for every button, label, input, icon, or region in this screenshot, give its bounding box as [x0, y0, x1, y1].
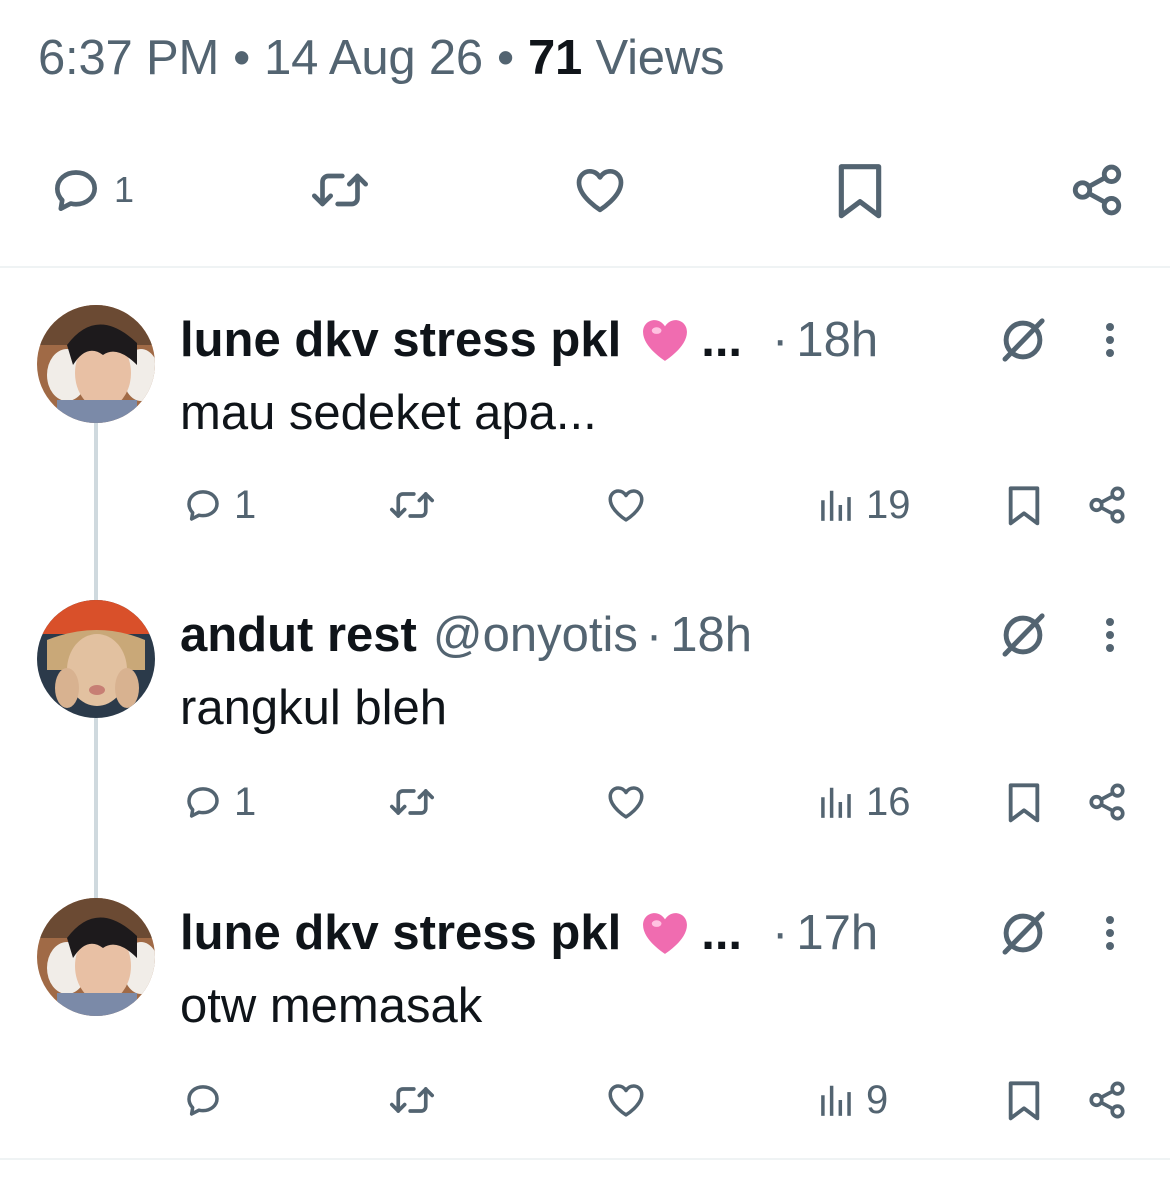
- share-icon: [1089, 1081, 1125, 1119]
- bookmark-button[interactable]: [1004, 1070, 1044, 1130]
- more-options-icon[interactable]: [1090, 908, 1130, 958]
- bookmark-icon: [1008, 1081, 1040, 1121]
- reply-header: lune dkv stress pkl ... · 18h: [180, 305, 878, 375]
- views-count: 19: [866, 482, 911, 527]
- reply-time[interactable]: 17h: [796, 905, 878, 961]
- analytics-icon: [821, 490, 851, 521]
- meta-separator: •: [233, 31, 251, 85]
- share-icon: [1089, 783, 1125, 821]
- reply-icon: [55, 170, 97, 212]
- truncation-ellipsis: ...: [701, 313, 743, 367]
- header-separator: ·: [772, 906, 789, 960]
- display-name[interactable]: lune dkv stress pkl: [180, 312, 621, 368]
- reply-button[interactable]: 1: [182, 475, 256, 535]
- views-count: 16: [866, 779, 911, 824]
- views-button[interactable]: 19: [818, 475, 911, 535]
- grok-icon[interactable]: [996, 313, 1050, 367]
- retweet-icon: [312, 173, 368, 207]
- heart-icon: [576, 169, 624, 213]
- avatar[interactable]: [37, 600, 155, 718]
- header-separator: ·: [645, 608, 663, 662]
- retweet-icon: [390, 1087, 434, 1113]
- reply-text: rangkul bleh: [180, 681, 447, 735]
- analytics-icon: [821, 787, 851, 818]
- tweet-time[interactable]: 6:37 PM: [38, 31, 219, 85]
- bookmark-icon: [838, 164, 882, 219]
- like-button[interactable]: [604, 1070, 648, 1130]
- reply-action-bar: 1 19: [0, 475, 1170, 535]
- bookmark-button[interactable]: [1004, 475, 1044, 535]
- analytics-icon: [821, 1085, 851, 1116]
- reply-icon: [187, 1085, 219, 1116]
- share-icon: [1089, 486, 1125, 524]
- reply-header: lune dkv stress pkl ... · 17h: [180, 898, 878, 968]
- grok-icon[interactable]: [996, 906, 1050, 960]
- bookmark-icon: [1008, 486, 1040, 526]
- tweet-action-bar: 1: [0, 150, 1170, 230]
- avatar[interactable]: [37, 898, 155, 1016]
- divider: [0, 266, 1170, 268]
- display-name[interactable]: andut rest: [180, 607, 417, 663]
- reply-text: mau sedeket apa...: [180, 386, 597, 440]
- retweet-icon: [390, 492, 434, 518]
- reply-count: 1: [114, 169, 135, 210]
- truncation-ellipsis: ...: [701, 906, 743, 960]
- bookmark-icon: [1008, 783, 1040, 823]
- avatar[interactable]: [37, 305, 155, 423]
- reply-action-bar: 1 16: [0, 772, 1170, 832]
- retweet-button[interactable]: [308, 150, 372, 230]
- like-button[interactable]: [570, 150, 630, 230]
- share-icon: [1072, 164, 1122, 216]
- reply-time[interactable]: 18h: [796, 312, 878, 368]
- views-label[interactable]: Views: [595, 31, 724, 85]
- reply-time[interactable]: 18h: [670, 607, 752, 663]
- reply-count: 1: [234, 779, 257, 824]
- reply-button[interactable]: [182, 1070, 234, 1130]
- share-button[interactable]: [1086, 772, 1128, 832]
- header-separator: ·: [772, 313, 789, 367]
- like-button[interactable]: [604, 475, 648, 535]
- grok-icon[interactable]: [996, 608, 1050, 662]
- more-options-icon[interactable]: [1090, 315, 1130, 365]
- display-name[interactable]: lune dkv stress pkl: [180, 905, 621, 961]
- user-handle[interactable]: @onyotis: [433, 607, 638, 663]
- pink-heart-emoji: [639, 317, 691, 363]
- reply-header: andut rest @onyotis · 18h: [180, 600, 752, 670]
- views-button[interactable]: 16: [818, 772, 911, 832]
- tweet-meta: 6:37 PM • 14 Aug 26 • 71 Views: [38, 30, 725, 86]
- share-button[interactable]: [1086, 1070, 1128, 1130]
- pink-heart-emoji: [639, 910, 691, 956]
- retweet-icon: [390, 789, 434, 815]
- heart-icon: [608, 489, 644, 522]
- like-button[interactable]: [604, 772, 648, 832]
- share-button[interactable]: [1086, 475, 1128, 535]
- reply-action-bar: 9: [0, 1070, 1170, 1130]
- share-button[interactable]: [1068, 150, 1126, 230]
- heart-icon: [608, 1084, 644, 1117]
- meta-separator: •: [496, 31, 514, 85]
- views-button[interactable]: 9: [818, 1070, 888, 1130]
- reply-button[interactable]: 1: [182, 772, 256, 832]
- bookmark-button[interactable]: [832, 150, 888, 230]
- reply-count: 1: [234, 482, 257, 527]
- views-count: 9: [866, 1077, 889, 1122]
- reply-text: otw memasak: [180, 979, 483, 1033]
- retweet-button[interactable]: [386, 1070, 438, 1130]
- heart-icon: [608, 786, 644, 819]
- more-options-icon[interactable]: [1090, 610, 1130, 660]
- bookmark-button[interactable]: [1004, 772, 1044, 832]
- retweet-button[interactable]: [386, 772, 438, 832]
- tweet-date[interactable]: 14 Aug 26: [264, 31, 483, 85]
- views-count[interactable]: 71: [528, 31, 582, 85]
- retweet-button[interactable]: [386, 475, 438, 535]
- reply-icon: [187, 490, 219, 521]
- tweet-detail-screen: 6:37 PM • 14 Aug 26 • 71 Views 1 lune dk…: [0, 0, 1170, 1200]
- reply-button[interactable]: 1: [48, 150, 134, 230]
- divider: [0, 1158, 1170, 1160]
- reply-icon: [187, 787, 219, 818]
